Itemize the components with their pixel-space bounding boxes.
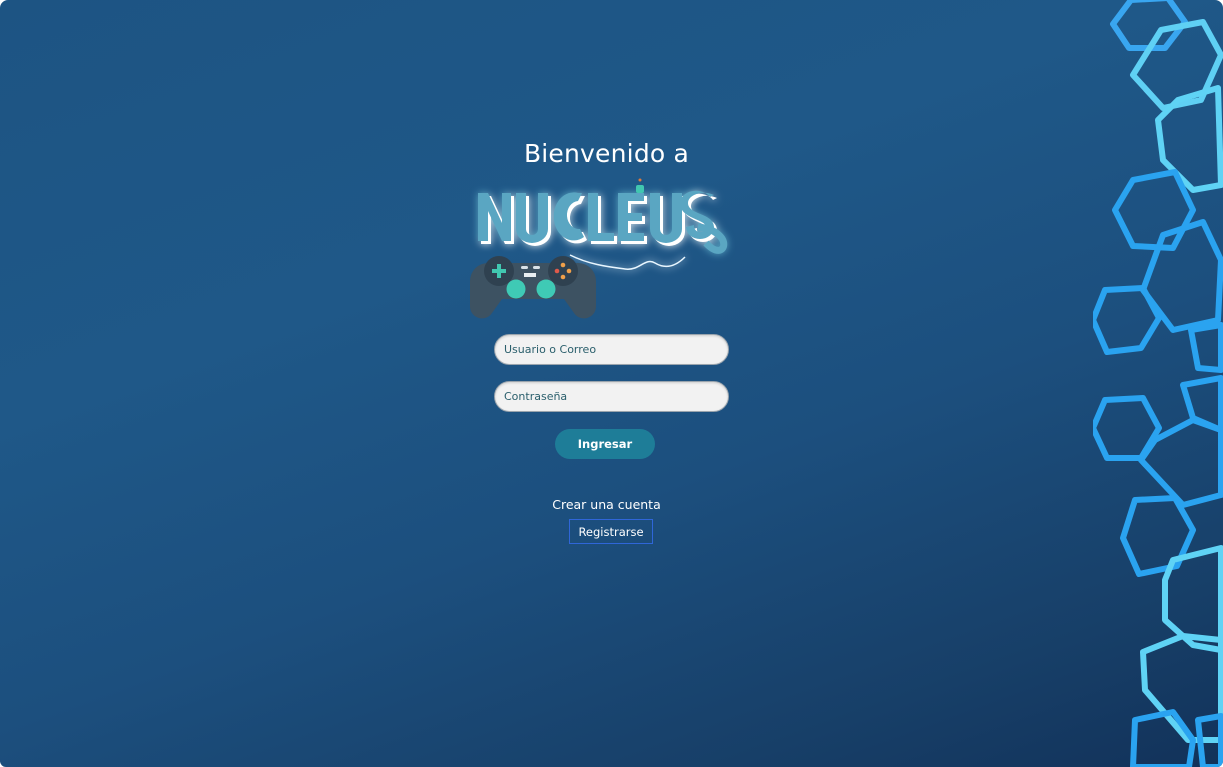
app-window: Bienvenido a Usuario o Correo Ingresar C… bbox=[0, 0, 1223, 767]
login-panel: Bienvenido a Usuario o Correo Ingresar C… bbox=[0, 0, 1223, 767]
register-button[interactable]: Registrarse bbox=[569, 519, 653, 544]
login-button[interactable]: Ingresar bbox=[555, 429, 655, 459]
nucleus-logo bbox=[470, 178, 728, 319]
username-field[interactable] bbox=[494, 334, 729, 365]
create-account-text: Crear una cuenta bbox=[552, 497, 661, 512]
gamepad-icon bbox=[470, 256, 596, 319]
password-field[interactable] bbox=[494, 381, 729, 412]
welcome-title: Bienvenido a bbox=[523, 139, 690, 168]
